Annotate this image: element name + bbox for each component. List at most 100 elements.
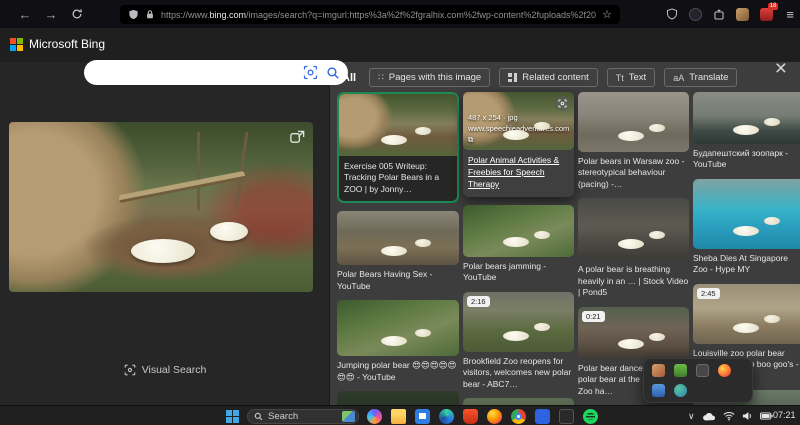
search-magnifier-icon[interactable] [326,66,340,80]
chrome-icon[interactable] [511,409,526,424]
image-result-card[interactable]: Polar Bears Having Sex - YouTube [337,211,459,292]
forward-button[interactable]: → [38,7,64,22]
start-button[interactable] [226,410,239,423]
hidden-icons-chevron[interactable]: ∨ [688,411,695,422]
taskbar: Search ∨ 07:21 [0,405,800,425]
reload-button[interactable] [64,8,90,20]
result-thumbnail[interactable]: 0:21 [578,307,689,359]
bookmark-star-icon[interactable]: ☆ [602,8,612,21]
green-app-icon[interactable] [674,364,687,377]
image-result-card[interactable]: Polar bears in Warsaw zoo - stereotypica… [578,92,689,190]
image-result-card[interactable]: 2:16Brookfield Zoo reopens for visitors,… [463,292,574,390]
result-thumbnail[interactable]: 2:16 [463,292,574,352]
tab-related-content[interactable]: Related content [499,68,598,87]
result-thumbnail[interactable] [693,92,800,144]
extension-toolbar: 18 ≡ [666,0,794,28]
visual-search-camera-icon[interactable] [303,65,318,80]
image-result-partial[interactable] [463,398,574,405]
taskbar-clock[interactable]: 07:21 [773,410,796,420]
extensions-puzzle-icon[interactable] [713,8,725,20]
tab-translate[interactable]: aАTranslate [664,68,737,87]
visual-search-text: Visual Search [142,364,207,376]
image-result-partial[interactable] [337,391,459,405]
image-result-card[interactable]: Polar bears jamming - YouTube [463,205,574,284]
taskbar-search-label: Search [268,411,298,422]
result-thumbnail[interactable] [337,211,459,265]
lock-icon[interactable] [145,9,155,20]
result-caption: Sheba Dies At Singapore Zoo - Hype MY [693,253,800,276]
result-caption: A polar bear is breathing heavily in an … [578,264,689,298]
network-globe-icon[interactable] [674,384,687,397]
firefox-icon[interactable] [487,409,502,424]
terminal-icon[interactable] [559,409,574,424]
result-thumbnail[interactable]: 487 x 254 · jpgwww.speechieadventures.co… [463,92,574,150]
tree-trunk [197,132,200,210]
back-button[interactable]: ← [12,7,38,22]
visual-search-camera-icon[interactable] [555,96,570,111]
image-result-card[interactable]: Sheba Dies At Singapore Zoo - Hype MY [693,179,800,276]
volume-icon[interactable] [742,411,753,421]
duration-badge: 0:21 [582,311,605,322]
result-link[interactable]: Polar Animal Activities & Freebies for S… [468,155,569,191]
image-result-card[interactable]: Jumping polar bear 😍😍😍😍😍😍😍 - YouTube [337,300,459,383]
results-panel: All∷Pages with this imageRelated content… [330,62,800,405]
result-thumbnail[interactable] [578,92,689,152]
shield-extension-icon[interactable] [666,8,678,20]
browser-chrome: ← → https://www.bing.com/images/search?q… [0,0,800,28]
result-thumbnail[interactable] [463,398,574,405]
bing-search-box[interactable] [84,60,348,85]
bing-search-input[interactable] [96,67,303,79]
windows-app-icon[interactable] [535,409,550,424]
edge-icon[interactable] [439,409,454,424]
log-ramp [119,171,246,203]
result-caption: Exercise 005 Writeup: Tracking Polar Bea… [339,158,457,201]
battery-icon[interactable] [760,412,773,420]
image-source-site: www.speechieadventures.com ⧉ [468,124,574,146]
duration-badge: 2:16 [467,296,490,307]
results-tabs: All∷Pages with this imageRelated content… [338,67,737,88]
microsoft-logo-icon [10,38,23,51]
grid-icon: ∷ [378,72,384,83]
results-column: Exercise 005 Writeup: Tracking Polar Bea… [337,92,459,405]
onedrive-cloud-icon[interactable] [702,412,716,421]
adblock-extension-icon[interactable]: 18 [760,8,773,21]
result-thumbnail[interactable] [339,94,457,156]
result-caption: Polar Bears Having Sex - YouTube [337,269,459,292]
usb-drive-icon[interactable] [652,384,665,397]
tab-text[interactable]: TtText [607,68,655,87]
firefox-icon[interactable] [718,364,731,377]
image-result-card[interactable]: 487 x 254 · jpgwww.speechieadventures.co… [463,92,574,197]
spotify-icon[interactable] [583,409,598,424]
adblock-badge: 18 [768,3,779,10]
brave-icon[interactable] [463,409,478,424]
image-result-card[interactable]: Будапештский зоопарк - YouTube [693,92,800,171]
menu-hamburger-icon[interactable]: ≡ [786,7,794,22]
dark-extension-icon[interactable] [689,8,702,21]
visual-search-button[interactable]: Visual Search [0,364,330,376]
camera-app-icon[interactable] [696,364,709,377]
tab-pages-with-this-image[interactable]: ∷Pages with this image [369,68,490,87]
result-thumbnail[interactable] [578,198,689,260]
taskbar-search[interactable]: Search [247,409,359,424]
result-thumbnail[interactable] [463,205,574,257]
copilot-icon[interactable] [367,409,382,424]
tracking-protection-shield-icon[interactable] [128,9,139,20]
mail-icon[interactable] [652,364,665,377]
result-thumbnail[interactable] [337,391,459,405]
image-result-card[interactable]: A polar bear is breathing heavily in an … [578,198,689,298]
result-caption: Будапештский зоопарк - YouTube [693,148,800,171]
url-bar[interactable]: https://www.bing.com/images/search?q=img… [120,5,620,24]
image-result-card[interactable]: Exercise 005 Writeup: Tracking Polar Bea… [337,92,459,203]
result-thumbnail[interactable]: 2:45 [693,284,800,344]
animal-extension-icon[interactable] [736,8,749,21]
tab-label: Text [629,72,646,83]
bing-brand[interactable]: Microsoft Bing [10,37,105,51]
result-thumbnail[interactable] [693,179,800,249]
microsoft-store-icon[interactable] [415,409,430,424]
file-explorer-icon[interactable] [391,409,406,424]
query-image-preview[interactable] [9,122,313,292]
open-image-icon[interactable] [289,129,306,146]
close-icon[interactable]: × [775,58,787,79]
wifi-icon[interactable] [723,411,735,421]
result-thumbnail[interactable] [337,300,459,356]
